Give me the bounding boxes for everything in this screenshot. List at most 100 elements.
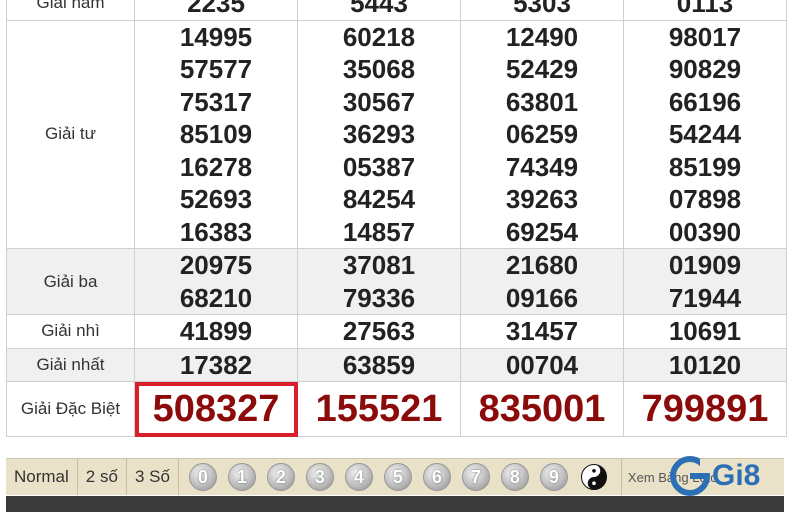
prize-cell: 10691 — [623, 314, 787, 349]
prize-number: 10691 — [668, 316, 742, 346]
prize-cell: 20975 68210 — [134, 248, 298, 315]
special-number: 835001 — [478, 388, 606, 430]
mode-2-digit-button[interactable]: 2 số — [78, 459, 127, 495]
prize-number: 35068 — [342, 54, 416, 84]
prize-cell: 12490 52429 63801 06259 74349 39263 6925… — [460, 19, 624, 249]
prize-cell: 00704 — [460, 347, 624, 382]
prize-number: 85109 — [179, 119, 253, 149]
prize-number: 74349 — [505, 151, 579, 182]
digit-filter-group: 0 1 2 3 4 5 6 7 8 9 — [188, 463, 579, 491]
digit-6-button[interactable]: 6 — [422, 463, 451, 491]
prize-label: Giải nhất — [6, 347, 135, 382]
prize-number: 17382 — [179, 349, 253, 380]
special-number: 155521 — [315, 388, 443, 430]
special-prize-cell: 799891 — [623, 381, 787, 437]
prize-number: 06259 — [505, 119, 579, 149]
prize-number: 66196 — [668, 86, 742, 117]
prize-number: 75317 — [179, 86, 253, 117]
prize-number: 05387 — [342, 151, 416, 182]
prize-number: 2235 — [187, 0, 245, 18]
prize-number: 01909 — [668, 250, 742, 280]
prize-cell: 5303 — [460, 0, 624, 21]
prize-number: 71944 — [668, 282, 742, 313]
prize-cell: 41899 — [134, 314, 298, 349]
prize-number: 98017 — [668, 21, 742, 52]
prize-cell: 17382 — [134, 347, 298, 382]
prize-number: 31457 — [505, 316, 579, 346]
prize-number: 09166 — [505, 282, 579, 313]
prize-cell: 21680 09166 — [460, 248, 624, 315]
yin-yang-icon[interactable] — [580, 464, 607, 490]
prize-cell: 14995 57577 75317 85109 16278 52693 1638… — [134, 19, 298, 249]
digit-9-button[interactable]: 9 — [539, 463, 568, 491]
results-body: Giải năm 2235 5443 5303 0113 Giải tư 149… — [6, 0, 787, 437]
prize-number: 69254 — [505, 216, 579, 247]
prize-number: 16278 — [179, 151, 253, 182]
prize-number: 63801 — [505, 86, 579, 117]
special-number: 799891 — [641, 388, 769, 430]
digit-8-button[interactable]: 8 — [500, 463, 529, 491]
prize-number: 41899 — [179, 316, 253, 346]
prize-cell: 01909 71944 — [623, 248, 787, 315]
prize-number: 14995 — [179, 21, 253, 52]
prize-number: 07898 — [668, 184, 742, 214]
prize-row-5: Giải năm 2235 5443 5303 0113 — [6, 0, 787, 21]
digit-1-button[interactable]: 1 — [227, 463, 256, 491]
prize-number: 12490 — [505, 21, 579, 52]
prize-number: 90829 — [668, 54, 742, 84]
prize-number: 37081 — [342, 250, 416, 280]
prize-number: 10120 — [668, 349, 742, 380]
prize-cell: 31457 — [460, 314, 624, 349]
prize-cell: 63859 — [297, 347, 461, 382]
prize-number: 14857 — [342, 216, 416, 247]
prize-row-special: Giải Đặc Biệt 508327 155521 835001 79989… — [6, 381, 787, 437]
prize-number: 16383 — [179, 216, 253, 247]
prize-number: 00704 — [505, 349, 579, 380]
special-prize-cell-highlighted: 508327 — [134, 381, 298, 437]
prize-row-2: Giải nhì 41899 27563 31457 10691 — [6, 314, 787, 349]
digit-5-button[interactable]: 5 — [383, 463, 412, 491]
prize-number: 57577 — [179, 54, 253, 84]
prize-cell: 5443 — [297, 0, 461, 21]
prize-number: 27563 — [342, 316, 416, 346]
prize-label: Giải năm — [6, 0, 135, 21]
mode-3-digit-button[interactable]: 3 Số — [127, 459, 179, 495]
prize-cell: 0113 — [623, 0, 787, 21]
special-prize-label: Giải Đặc Biệt — [6, 381, 135, 437]
prize-number: 30567 — [342, 86, 416, 117]
special-prize-cell: 155521 — [297, 381, 461, 437]
gi8-logo: Gi8 — [670, 455, 790, 497]
prize-number: 21680 — [505, 250, 579, 280]
prize-number: 63859 — [342, 349, 416, 380]
mode-normal-button[interactable]: Normal — [6, 459, 78, 495]
prize-cell: 37081 79336 — [297, 248, 461, 315]
page-bottom-strip — [6, 496, 784, 512]
digit-2-button[interactable]: 2 — [266, 463, 295, 491]
prize-number: 20975 — [179, 250, 253, 280]
prize-number: 00390 — [668, 216, 742, 247]
prize-number: 5303 — [513, 0, 571, 18]
prize-row-3: Giải ba 20975 68210 37081 79336 21680 09… — [6, 248, 787, 315]
prize-number: 84254 — [342, 184, 416, 214]
special-number: 508327 — [152, 388, 280, 430]
g-logo-icon — [670, 456, 710, 496]
prize-number: 54244 — [668, 119, 742, 149]
prize-number: 36293 — [342, 119, 416, 149]
prize-label: Giải nhì — [6, 314, 135, 349]
prize-number: 60218 — [342, 21, 416, 52]
prize-number: 52429 — [505, 54, 579, 84]
prize-row-4: Giải tư 14995 57577 75317 85109 16278 52… — [6, 19, 787, 249]
prize-number: 85199 — [668, 151, 742, 182]
prize-number: 39263 — [505, 184, 579, 214]
prize-number: 68210 — [179, 282, 253, 313]
prize-cell: 98017 90829 66196 54244 85199 07898 0039… — [623, 19, 787, 249]
bar-separator — [620, 459, 622, 495]
prize-number: 5443 — [350, 0, 408, 18]
digit-0-button[interactable]: 0 — [188, 463, 217, 491]
prize-label: Giải tư — [6, 19, 135, 249]
prize-number: 79336 — [342, 282, 416, 313]
digit-3-button[interactable]: 3 — [305, 463, 334, 491]
prize-label: Giải ba — [6, 248, 135, 315]
digit-4-button[interactable]: 4 — [344, 463, 373, 491]
digit-7-button[interactable]: 7 — [461, 463, 490, 491]
